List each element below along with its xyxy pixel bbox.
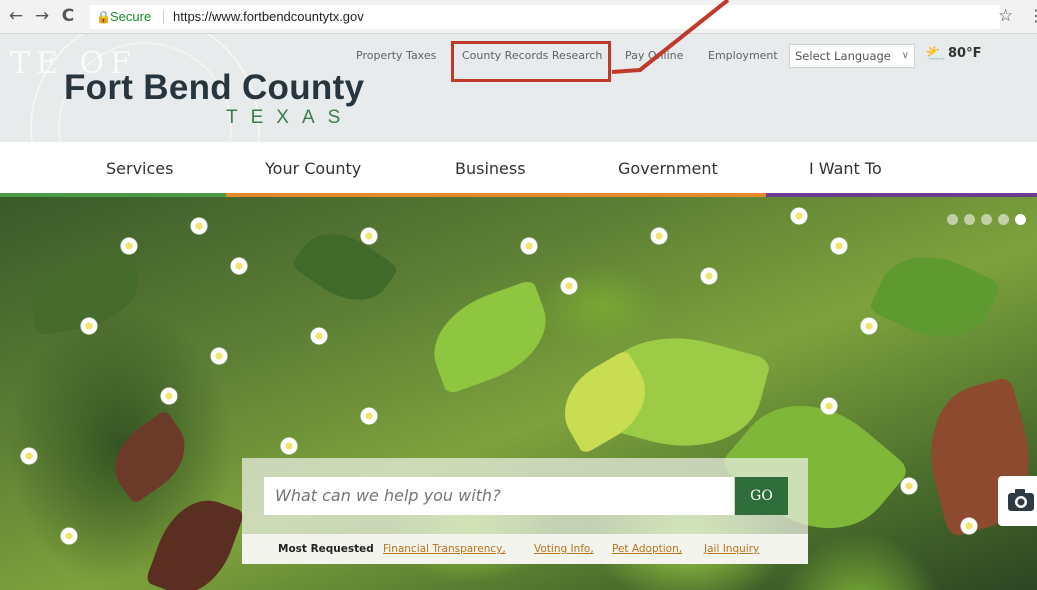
- hero-leaf: [290, 216, 400, 318]
- weather-icon: ⛅: [925, 44, 947, 64]
- hero-flower: [20, 447, 38, 465]
- site-search-input[interactable]: [264, 477, 734, 515]
- link-financial-transparency[interactable]: Financial Transparency,: [383, 534, 506, 564]
- most-requested-label: Most Requested: [278, 543, 374, 555]
- slider-dot[interactable]: [947, 214, 958, 225]
- slider-dot[interactable]: [998, 214, 1009, 225]
- link-jail-inquiry[interactable]: Jail Inquiry: [704, 534, 759, 564]
- chevron-down-icon: ∨: [901, 50, 909, 61]
- hero-leaf: [145, 488, 245, 590]
- hero-leaf: [868, 237, 1002, 357]
- site-logo-subtitle: TEXAS: [226, 107, 354, 128]
- hero-flower: [210, 347, 228, 365]
- most-requested-bar: Most Requested Financial Transparency, V…: [242, 534, 808, 564]
- secure-label: Secure: [110, 9, 152, 24]
- nav-item-your-county[interactable]: Your County: [265, 159, 361, 178]
- forward-arrow-icon[interactable]: →: [32, 6, 52, 26]
- address-divider: [163, 10, 164, 24]
- browser-menu-icon[interactable]: ⋮: [1028, 6, 1037, 25]
- back-arrow-icon[interactable]: ←: [6, 6, 26, 26]
- hero-flower: [860, 317, 878, 335]
- hero-flower: [960, 517, 978, 535]
- nav-item-i-want-to[interactable]: I Want To: [809, 159, 882, 178]
- hero-leaf: [419, 278, 561, 396]
- hero-flower: [360, 407, 378, 425]
- search-go-button[interactable]: GO: [735, 477, 788, 515]
- hero-flower: [900, 477, 918, 495]
- hero-flower: [650, 227, 668, 245]
- site-header: TE OF Fort Bend County TEXAS Property Ta…: [0, 34, 1037, 142]
- hero-flower: [190, 217, 208, 235]
- annotation-highlight-box: [451, 41, 611, 82]
- address-bar[interactable]: 🔒 Secure https://www.fortbendcountytx.go…: [90, 5, 1000, 29]
- hero-flower: [560, 277, 578, 295]
- lock-icon: 🔒: [96, 10, 111, 24]
- reload-icon[interactable]: C: [58, 6, 78, 26]
- hero-flower: [310, 327, 328, 345]
- hero-flower: [160, 387, 178, 405]
- hero-flower: [360, 227, 378, 245]
- hero-flower: [80, 317, 98, 335]
- annotation-arrow: [611, 0, 730, 74]
- hero-flower: [60, 527, 78, 545]
- hero-flower: [830, 237, 848, 255]
- site-logo-title[interactable]: Fort Bend County: [64, 68, 364, 108]
- camera-button[interactable]: [998, 476, 1037, 526]
- slider-dot[interactable]: [981, 214, 992, 225]
- hero-flower: [820, 397, 838, 415]
- main-navigation: Services Your County Business Government…: [0, 142, 1037, 196]
- browser-toolbar: ← → C 🔒 Secure https://www.fortbendcount…: [0, 0, 1037, 34]
- link-voting-info[interactable]: Voting Info,: [534, 534, 594, 564]
- weather-temperature: 80°F: [948, 46, 982, 61]
- hero-flower: [280, 437, 298, 455]
- hero-flower: [520, 237, 538, 255]
- hero-flower: [120, 237, 138, 255]
- hero-flower: [230, 257, 248, 275]
- link-pet-adoption[interactable]: Pet Adoption,: [612, 534, 682, 564]
- annotation-arrow-line: [611, 0, 730, 74]
- hero-flower: [700, 267, 718, 285]
- hero-leaf: [100, 409, 200, 505]
- nav-item-business[interactable]: Business: [455, 159, 526, 178]
- language-select[interactable]: Select Language ∨: [789, 44, 915, 68]
- hero-flower: [790, 207, 808, 225]
- url-text[interactable]: https://www.fortbendcountytx.gov: [173, 5, 364, 29]
- language-select-value: Select Language: [795, 49, 891, 63]
- bookmark-star-icon[interactable]: ☆: [998, 6, 1013, 26]
- camera-icon: [1008, 489, 1034, 511]
- slider-dot-active[interactable]: [1015, 214, 1026, 225]
- nav-item-government[interactable]: Government: [618, 159, 718, 178]
- utility-link-property-taxes[interactable]: Property Taxes: [356, 49, 436, 62]
- slider-dot[interactable]: [964, 214, 975, 225]
- nav-item-services[interactable]: Services: [106, 159, 173, 178]
